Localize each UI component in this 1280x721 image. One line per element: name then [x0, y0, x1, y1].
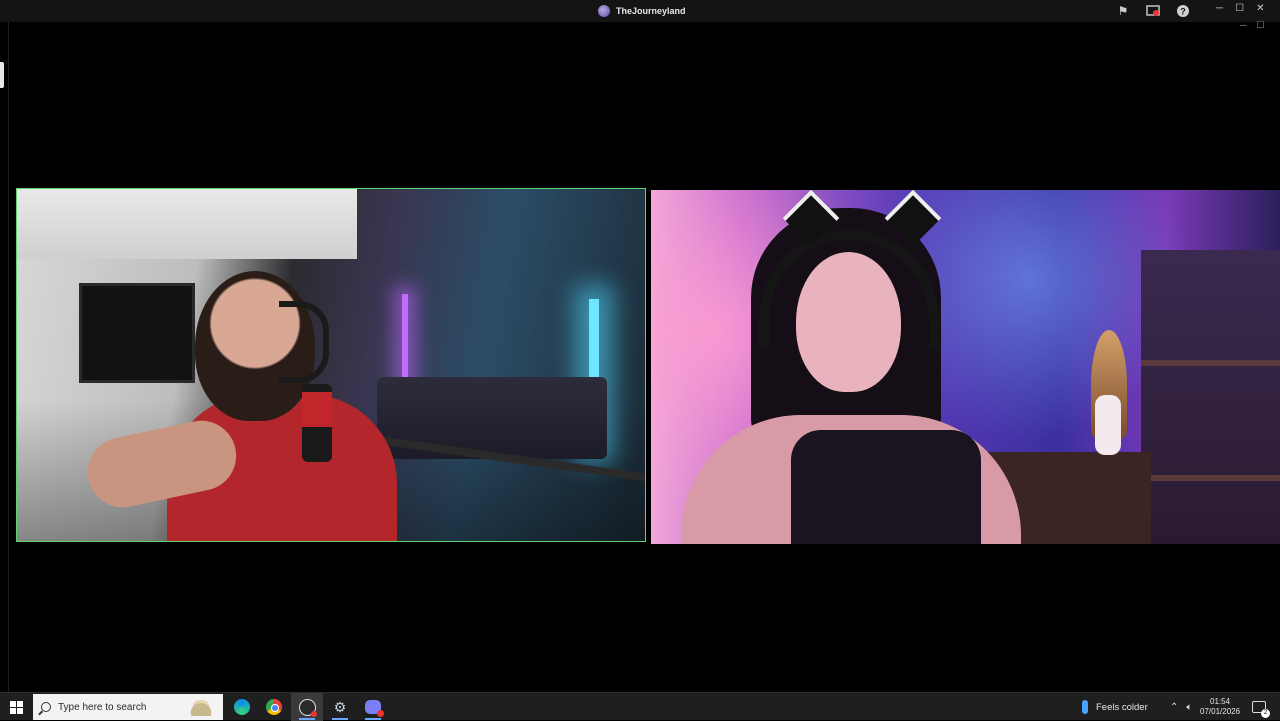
scene-microphone — [302, 384, 332, 462]
taskbar-search-box[interactable]: Type here to search — [33, 694, 223, 720]
window-controls: ─ ☐ ✕ — [1216, 3, 1264, 14]
scene-vase — [1095, 395, 1121, 455]
scene-shelf-board — [1141, 475, 1280, 481]
person-left-headset — [279, 301, 329, 383]
volume-icon[interactable]: 🔈︎ — [1186, 702, 1192, 713]
inner-window-controls: ─ ☐ — [1240, 20, 1264, 31]
notification-center[interactable]: 2 — [1252, 693, 1270, 721]
chevron-up-icon[interactable]: ⌃ — [1170, 702, 1178, 713]
scene-ceiling — [17, 189, 357, 259]
weather-text: Feels colder — [1096, 701, 1148, 713]
clock-area[interactable]: 01:54 07/01/2026 — [1200, 693, 1240, 721]
taskbar-app-edge[interactable] — [226, 693, 258, 721]
notification-badge: 2 — [1261, 709, 1270, 718]
app-logo-icon — [598, 5, 610, 17]
chrome-icon — [266, 699, 282, 715]
help-icon[interactable]: ? — [1174, 2, 1192, 20]
minimize-icon[interactable]: ─ — [1216, 3, 1223, 14]
thermometer-icon — [1082, 700, 1088, 714]
search-icon — [41, 702, 51, 712]
scene-shelf — [1141, 250, 1280, 544]
clock-date: 07/01/2026 — [1200, 707, 1241, 716]
side-panel-handle[interactable] — [0, 62, 4, 88]
title-bar: TheJourneyland ⚑ ? ─ ☐ ✕ — [0, 0, 1280, 22]
taskbar-app-steam[interactable]: ⚙ — [324, 693, 356, 721]
start-button[interactable] — [0, 693, 32, 721]
steam-icon: ⚙ — [333, 699, 347, 715]
person-right-top — [791, 430, 981, 544]
inner-maximize-icon[interactable]: ☐ — [1256, 20, 1264, 31]
window-title: TheJourneyland — [616, 6, 686, 16]
video-feed-right[interactable] — [651, 190, 1280, 544]
search-placeholder: Type here to search — [58, 701, 147, 713]
inner-minimize-icon[interactable]: ─ — [1240, 20, 1246, 31]
window-title-group: TheJourneyland — [598, 3, 686, 19]
notification-icon: 2 — [1252, 701, 1270, 718]
discord-icon — [365, 700, 384, 717]
taskbar: Type here to search ⚙ Feels colder ⌃ 🔈︎ … — [0, 692, 1280, 721]
system-tray-icons: ⌃ 🔈︎ — [1166, 693, 1196, 721]
flag-icon[interactable]: ⚑ — [1114, 2, 1132, 20]
title-actions-2 — [1144, 2, 1162, 20]
left-divider — [8, 22, 9, 692]
scene-monitor — [79, 283, 195, 383]
maximize-icon[interactable]: ☐ — [1235, 3, 1244, 14]
obs-icon — [298, 698, 317, 717]
taskbar-app-obs[interactable] — [291, 693, 323, 721]
clock-time: 01:54 — [1210, 697, 1231, 706]
title-actions: ⚑ — [1114, 2, 1132, 20]
screen-record-icon[interactable] — [1144, 2, 1162, 20]
weather-widget[interactable]: Feels colder — [1082, 693, 1148, 721]
taskbar-app-discord[interactable] — [357, 693, 389, 721]
video-feed-left[interactable] — [16, 188, 646, 542]
scene-shelf-board — [1141, 360, 1280, 366]
windows-logo-icon — [9, 700, 23, 714]
search-highlight-image — [185, 698, 217, 716]
svg-text:?: ? — [1180, 7, 1186, 17]
close-icon[interactable]: ✕ — [1256, 3, 1264, 14]
edge-icon — [234, 699, 250, 715]
clock: 01:54 07/01/2026 — [1200, 697, 1240, 717]
taskbar-app-chrome[interactable] — [258, 693, 290, 721]
title-actions-3: ? — [1174, 2, 1192, 20]
